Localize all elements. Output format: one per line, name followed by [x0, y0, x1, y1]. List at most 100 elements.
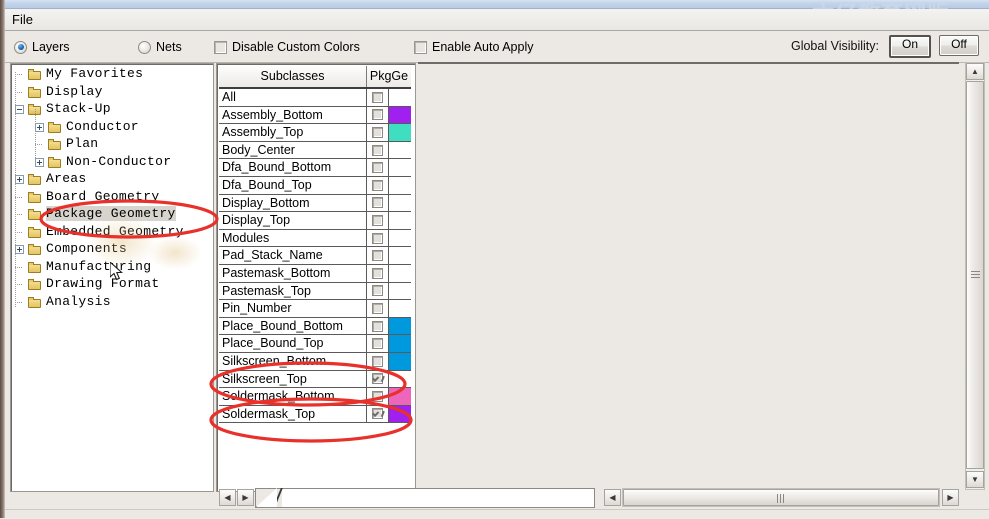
expand-plus-icon[interactable]	[15, 245, 24, 254]
checkbox-unchecked-icon[interactable]	[372, 320, 383, 332]
table-row[interactable]: Display_Bottom	[219, 194, 411, 213]
visibility-checkbox-cell[interactable]	[367, 405, 389, 424]
color-swatch[interactable]	[389, 229, 411, 248]
checkbox-unchecked-icon[interactable]	[372, 302, 383, 314]
color-swatch[interactable]	[389, 335, 411, 353]
table-row[interactable]: Pin_Number	[219, 300, 411, 318]
visibility-checkbox-cell[interactable]	[367, 159, 389, 177]
tree-item[interactable]: Embedded Geometry	[14, 224, 208, 242]
tree-item[interactable]: Conductor	[14, 119, 208, 137]
table-row[interactable]: Silkscreen_Bottom	[219, 352, 411, 371]
visibility-checkbox-cell[interactable]	[367, 247, 389, 265]
tree-item[interactable]: Stack-Up	[14, 101, 208, 119]
color-swatch[interactable]	[389, 264, 411, 283]
table-row[interactable]: Silkscreen_Top	[219, 370, 411, 389]
header-pkgge[interactable]: PkgGe	[367, 66, 411, 87]
color-swatch[interactable]	[389, 282, 411, 301]
color-swatch[interactable]	[389, 159, 411, 177]
vscroll-up-arrow[interactable]: ▲	[966, 63, 984, 80]
visibility-checkbox-cell[interactable]	[367, 106, 389, 125]
table-row[interactable]: Dfa_Bound_Top	[219, 176, 411, 195]
tree-item[interactable]: Plan	[14, 136, 208, 154]
checkbox-disable-custom-colors[interactable]: Disable Custom Colors	[214, 38, 360, 56]
table-row[interactable]: Pad_Stack_Name	[219, 247, 411, 265]
checkbox-unchecked-icon[interactable]	[372, 197, 383, 209]
checkbox-unchecked-icon[interactable]	[372, 267, 383, 279]
color-swatch[interactable]	[389, 194, 411, 213]
tab-strip[interactable]	[255, 488, 595, 508]
global-visibility-on-button[interactable]: On	[889, 35, 931, 58]
color-swatch[interactable]	[389, 141, 411, 160]
visibility-checkbox-cell[interactable]	[367, 352, 389, 371]
tabstrip-scroll-right[interactable]: ▶	[237, 489, 254, 506]
expand-plus-icon[interactable]	[35, 157, 44, 167]
table-row[interactable]: Assembly_Bottom	[219, 106, 411, 125]
checkbox-unchecked-icon[interactable]	[372, 232, 383, 244]
color-swatch[interactable]	[389, 212, 411, 230]
subclasses-table[interactable]: Subclasses PkgGe All Assembly_Bottom Assem…	[219, 66, 411, 438]
checkbox-checked-icon[interactable]	[372, 408, 383, 420]
visibility-checkbox-cell[interactable]	[367, 300, 389, 318]
table-row[interactable]: All	[219, 89, 411, 107]
hscroll-left-arrow[interactable]: ◀	[604, 489, 621, 506]
checkbox-checked-icon[interactable]	[372, 373, 383, 385]
checkbox-unchecked-icon[interactable]	[372, 126, 383, 138]
checkbox-unchecked-icon[interactable]	[372, 390, 383, 402]
color-swatch[interactable]	[389, 352, 411, 371]
radio-layers[interactable]: Layers	[14, 38, 70, 56]
vscroll-down-arrow[interactable]: ▼	[966, 471, 984, 488]
color-swatch[interactable]	[389, 124, 411, 142]
color-swatch[interactable]	[389, 89, 411, 107]
vscroll-thumb[interactable]	[966, 81, 984, 469]
table-row[interactable]: Modules	[219, 229, 411, 248]
checkbox-unchecked-icon[interactable]	[372, 285, 383, 297]
visibility-checkbox-cell[interactable]	[367, 212, 389, 230]
visibility-checkbox-cell[interactable]	[367, 317, 389, 336]
tree-item[interactable]: Areas	[14, 171, 208, 189]
tree-item[interactable]: My Favorites	[14, 66, 208, 84]
table-row[interactable]: Dfa_Bound_Bottom	[219, 159, 411, 177]
hscroll-thumb[interactable]	[623, 489, 939, 506]
visibility-checkbox-cell[interactable]	[367, 141, 389, 160]
checkbox-unchecked-icon[interactable]	[372, 355, 383, 367]
table-row[interactable]: Soldermask_Top	[219, 405, 411, 424]
color-swatch[interactable]	[389, 370, 411, 389]
radio-nets[interactable]: Nets	[138, 38, 182, 56]
visibility-checkbox-cell[interactable]	[367, 124, 389, 142]
visibility-checkbox-cell[interactable]	[367, 388, 389, 406]
tree-item[interactable]: Components	[14, 241, 208, 259]
color-swatch[interactable]	[389, 405, 411, 424]
color-swatch[interactable]	[389, 176, 411, 195]
table-row[interactable]: Pastemask_Bottom	[219, 264, 411, 283]
collapse-minus-icon[interactable]	[15, 105, 24, 114]
checkbox-enable-auto-apply[interactable]: Enable Auto Apply	[414, 38, 533, 56]
tree-item[interactable]: Non-Conductor	[14, 154, 208, 172]
menu-file[interactable]: File	[8, 11, 37, 28]
visibility-checkbox-cell[interactable]	[367, 335, 389, 353]
checkbox-unchecked-icon[interactable]	[372, 250, 383, 262]
global-visibility-off-button[interactable]: Off	[939, 35, 979, 56]
header-subclasses[interactable]: Subclasses	[219, 66, 367, 87]
color-swatch[interactable]	[389, 106, 411, 125]
visibility-checkbox-cell[interactable]	[367, 89, 389, 107]
table-row[interactable]: Body_Center	[219, 141, 411, 160]
color-swatch[interactable]	[389, 317, 411, 336]
table-row[interactable]: Display_Top	[219, 212, 411, 230]
tree-item[interactable]: Package Geometry	[14, 206, 208, 224]
checkbox-unchecked-icon[interactable]	[372, 214, 383, 226]
expand-plus-icon[interactable]	[35, 122, 44, 132]
visibility-checkbox-cell[interactable]	[367, 370, 389, 389]
color-swatch[interactable]	[389, 300, 411, 318]
color-swatch[interactable]	[389, 388, 411, 406]
tabstrip-scroll-left[interactable]: ◀	[219, 489, 236, 506]
visibility-checkbox-cell[interactable]	[367, 229, 389, 248]
table-row[interactable]: Assembly_Top	[219, 124, 411, 142]
table-row[interactable]: Place_Bound_Top	[219, 335, 411, 353]
color-swatch[interactable]	[389, 247, 411, 265]
table-row[interactable]: Place_Bound_Bottom	[219, 317, 411, 336]
table-row[interactable]: Soldermask_Bottom	[219, 388, 411, 406]
tree-item[interactable]: Display	[14, 84, 208, 102]
visibility-checkbox-cell[interactable]	[367, 194, 389, 213]
checkbox-unchecked-icon[interactable]	[372, 162, 383, 174]
checkbox-unchecked-icon[interactable]	[372, 338, 383, 350]
